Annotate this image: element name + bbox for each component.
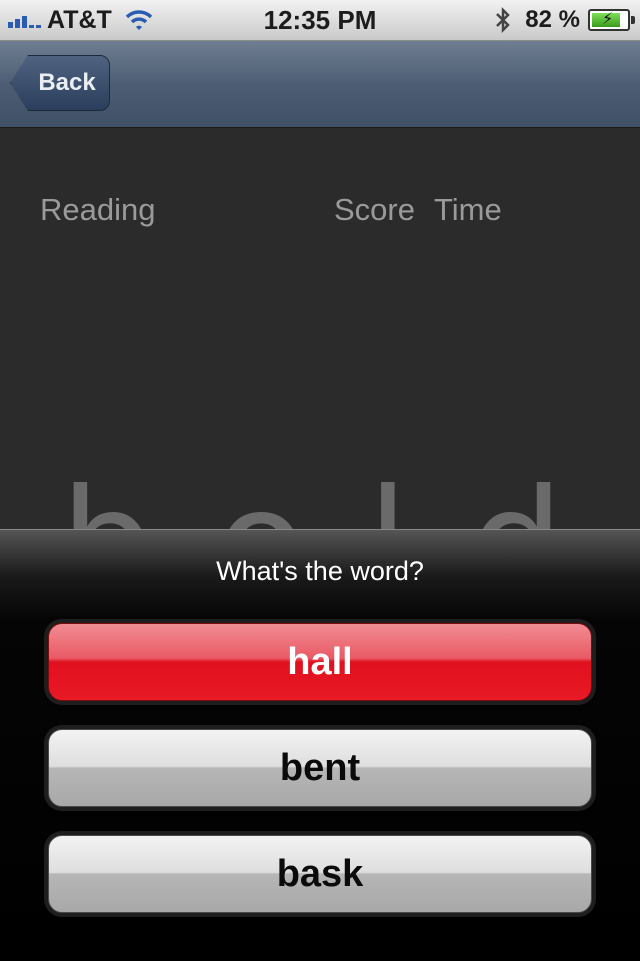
bluetooth-icon — [496, 6, 511, 34]
answer-button-bask[interactable]: bask — [48, 835, 592, 913]
navigation-bar: Back — [0, 41, 640, 128]
sheet-prompt: What's the word? — [216, 556, 424, 586]
answer-label: bask — [276, 852, 364, 895]
score-label: Score — [334, 192, 415, 227]
status-bar: AT&T 12:35 PM 82 % ⚡ — [0, 0, 640, 41]
battery-icon: ⚡ — [588, 9, 635, 31]
answer-button-bent[interactable]: bent — [48, 729, 592, 807]
answer-label: bent — [279, 746, 361, 789]
status-right: 82 % ⚡ — [493, 0, 635, 40]
answer-label: hall — [287, 640, 353, 683]
charging-bolt-icon: ⚡ — [602, 11, 614, 28]
word-display: bold — [60, 430, 580, 530]
time-label: Time — [434, 192, 502, 227]
answer-sheet: What's the word? hall bent bask — [0, 529, 640, 961]
battery-percent: 82 % — [525, 6, 580, 33]
reading-label: Reading — [40, 192, 156, 227]
answer-button-hall[interactable]: hall — [48, 623, 592, 701]
word-text: bold — [60, 470, 580, 530]
back-button[interactable]: Back — [10, 55, 110, 111]
battery-nub — [631, 16, 635, 24]
back-button-label: Back — [38, 69, 96, 96]
